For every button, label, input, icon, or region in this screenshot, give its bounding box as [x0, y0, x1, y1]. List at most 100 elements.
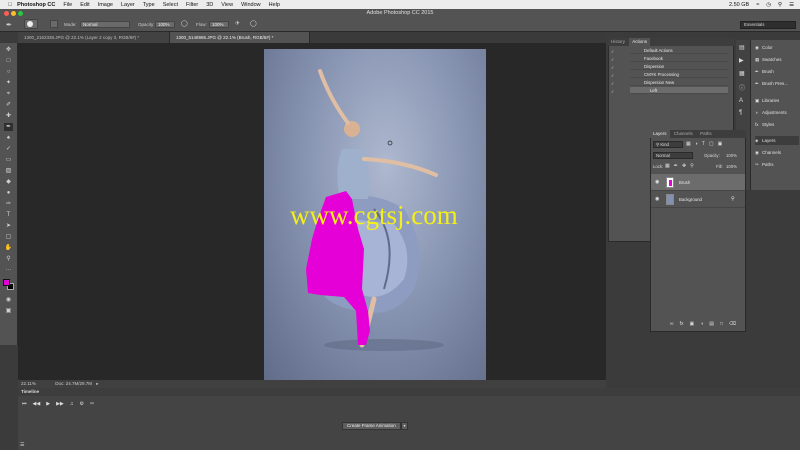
filter-smart-icon[interactable]: ▣: [718, 141, 723, 147]
blur-tool-icon[interactable]: ◆: [4, 178, 13, 186]
menu-edit[interactable]: Edit: [80, 2, 89, 8]
add-mask-icon[interactable]: ▣: [689, 321, 694, 327]
dock-brush-presets[interactable]: ✒ Brush Pres...: [755, 79, 788, 88]
lock-pixels-icon[interactable]: ✒: [674, 163, 678, 169]
dock-text-icon[interactable]: A: [739, 98, 747, 104]
wifi-icon[interactable]: ≈: [756, 2, 759, 8]
shape-tool-icon[interactable]: ▢: [4, 233, 13, 241]
dock-libraries[interactable]: ▣ Libraries: [755, 96, 779, 105]
move-tool-icon[interactable]: ✥: [4, 46, 13, 54]
type-tool-icon[interactable]: T: [4, 211, 13, 219]
new-adjustment-icon[interactable]: ◑: [700, 321, 703, 327]
create-frame-animation-button[interactable]: Create Frame Animation: [342, 422, 401, 430]
marquee-tool-icon[interactable]: □: [4, 57, 13, 65]
visibility-eye-icon[interactable]: ◉: [655, 191, 659, 208]
dock-history-icon[interactable]: ▦: [739, 70, 747, 77]
brush-tool-icon[interactable]: ✒: [6, 21, 12, 29]
link-layers-icon[interactable]: ∞: [670, 321, 674, 327]
dock-brush[interactable]: ✒ Brush: [755, 67, 774, 76]
zoom-tool-icon[interactable]: ⚲: [4, 255, 13, 263]
apple-icon[interactable]: : [8, 2, 12, 8]
search-icon[interactable]: ⚲: [778, 2, 782, 8]
visibility-eye-icon[interactable]: ◉: [655, 174, 659, 191]
brush-panel-toggle-icon[interactable]: [50, 20, 58, 28]
action-toggle-3-icon[interactable]: ✓: [611, 65, 616, 70]
clock-icon[interactable]: ◷: [766, 2, 771, 8]
tab-channels[interactable]: Channels: [671, 130, 696, 138]
tab-layers[interactable]: Layers: [650, 130, 670, 138]
eyedropper-tool-icon[interactable]: ✐: [4, 101, 13, 109]
menu-filter[interactable]: Filter: [186, 2, 198, 8]
menu-app[interactable]: Photoshop CC: [17, 2, 55, 8]
airbrush-icon[interactable]: ✈: [235, 20, 240, 27]
menu-layer[interactable]: Layer: [121, 2, 135, 8]
hand-tool-icon[interactable]: ✋: [4, 244, 13, 252]
gradient-tool-icon[interactable]: ▧: [4, 167, 13, 175]
first-frame-icon[interactable]: ⏮: [22, 401, 27, 407]
filter-pixel-icon[interactable]: ▦: [686, 141, 691, 147]
previous-frame-icon[interactable]: ◀◀: [33, 401, 41, 407]
screen-mode-icon[interactable]: ▣: [4, 307, 13, 315]
doc-tab-2[interactable]: 1300_5148985.JPG @ 22.1% (Brush, RGB/8#)…: [170, 32, 310, 43]
action-toggle-5-icon[interactable]: ✓: [611, 81, 616, 86]
action-set-default[interactable]: Default Actions: [630, 47, 728, 54]
dock-channels[interactable]: ◉ Channels: [755, 148, 781, 157]
action-set-facebook[interactable]: Facebook: [630, 55, 728, 62]
healing-tool-icon[interactable]: ✚: [4, 112, 13, 120]
quick-mask-icon[interactable]: ◉: [4, 296, 13, 304]
history-brush-tool-icon[interactable]: ✓: [4, 145, 13, 153]
action-left[interactable]: Left: [630, 87, 728, 94]
settings-icon[interactable]: ⚙: [80, 401, 84, 407]
filter-shape-icon[interactable]: ▢: [709, 141, 714, 147]
next-frame-icon[interactable]: ▶▶: [56, 401, 64, 407]
filter-adjust-icon[interactable]: ◑: [695, 141, 698, 147]
eraser-tool-icon[interactable]: ▭: [4, 156, 13, 164]
zoom-readout[interactable]: 22.11%: [21, 381, 36, 386]
play-icon[interactable]: ▶: [46, 401, 50, 407]
tab-history[interactable]: History: [608, 38, 628, 46]
more-tools-icon[interactable]: ···: [4, 266, 13, 274]
action-toggle-1-icon[interactable]: ✓: [611, 49, 616, 54]
tab-actions[interactable]: Actions: [629, 38, 651, 46]
pen-tool-icon[interactable]: ✑: [4, 200, 13, 208]
pressure-size-icon[interactable]: ◯: [250, 20, 257, 27]
layer-row-brush[interactable]: ◉ Brush: [651, 174, 745, 191]
delete-layer-icon[interactable]: ⌫: [729, 321, 736, 327]
list-icon[interactable]: ☰: [789, 2, 794, 8]
fill-value[interactable]: 100%: [726, 164, 737, 169]
workspace-switcher[interactable]: Essentials: [740, 21, 796, 29]
menu-3d[interactable]: 3D: [206, 2, 213, 8]
action-set-cmyk[interactable]: CMYK Processing: [630, 71, 728, 78]
quick-select-tool-icon[interactable]: ✦: [4, 79, 13, 87]
mode-select[interactable]: Normal: [80, 21, 130, 28]
menu-window[interactable]: Window: [241, 2, 261, 8]
blend-mode-select[interactable]: Normal: [653, 152, 693, 159]
action-toggle-4-icon[interactable]: ✓: [611, 73, 616, 78]
new-layer-icon[interactable]: □: [720, 321, 723, 327]
dock-info-icon[interactable]: ⓘ: [739, 83, 747, 92]
dock-collapse-icon[interactable]: ▤: [739, 44, 747, 51]
dock-styles[interactable]: fx Styles: [755, 120, 774, 129]
flow-field[interactable]: 100%: [209, 21, 229, 28]
status-menu-arrow-icon[interactable]: ▸: [96, 381, 98, 386]
layer-opacity-value[interactable]: 100%: [726, 153, 737, 158]
menu-view[interactable]: View: [221, 2, 233, 8]
doc-size-readout[interactable]: Doc: 24.7M/29.7M: [55, 381, 92, 386]
filter-type-icon[interactable]: T: [702, 141, 705, 147]
timeline-menu-icon[interactable]: ☰: [20, 442, 24, 448]
dock-adjustments[interactable]: ◑ Adjustments: [755, 108, 787, 117]
dock-layers[interactable]: ◈ Layers: [755, 136, 799, 145]
lock-position-icon[interactable]: ✥: [682, 163, 686, 169]
audio-icon[interactable]: ♫: [70, 401, 74, 407]
menu-image[interactable]: Image: [98, 2, 113, 8]
dock-paths[interactable]: ✑ Paths: [755, 160, 774, 169]
tab-paths[interactable]: Paths: [697, 130, 715, 138]
dock-color[interactable]: ◉ Color: [755, 43, 773, 52]
action-toggle-6-icon[interactable]: ✓: [611, 89, 616, 94]
menu-type[interactable]: Type: [143, 2, 155, 8]
menu-help[interactable]: Help: [269, 2, 280, 8]
menu-file[interactable]: File: [63, 2, 72, 8]
dock-play-icon[interactable]: ▶: [739, 57, 747, 64]
lock-all-icon[interactable]: ⚲: [690, 163, 694, 169]
dock-swatches[interactable]: ▦ Swatches: [755, 55, 782, 64]
